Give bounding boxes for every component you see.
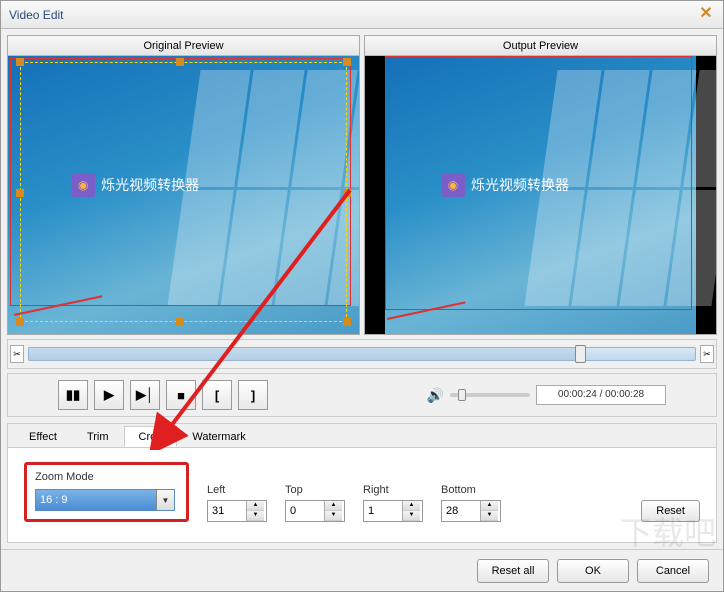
output-preview-pane: Output Preview 烁光视频转换器 [364,35,717,335]
output-preview-label: Output Preview [365,36,716,56]
output-preview: 烁光视频转换器 [365,56,716,334]
tab-crop[interactable]: Crop [124,426,178,447]
volume-thumb[interactable] [458,389,466,401]
dialog-buttons: Reset all OK Cancel [1,549,723,591]
stop-button[interactable]: ■ [166,380,196,410]
bracket-in-button[interactable]: [ [202,380,232,410]
crop-handle-bm[interactable] [176,318,184,326]
close-icon[interactable]: ✕ [697,6,715,24]
top-up-icon[interactable]: ▲ [325,501,342,511]
reset-button[interactable]: Reset [641,500,700,522]
bottom-up-icon[interactable]: ▲ [481,501,498,511]
original-preview-label: Original Preview [8,36,359,56]
crop-handle-mr[interactable] [343,189,351,197]
tab-effect[interactable]: Effect [14,426,72,447]
crop-handle-tm[interactable] [176,58,184,66]
crop-handle-br[interactable] [343,318,351,326]
pause-button[interactable]: ▮▮ [58,380,88,410]
zoom-mode-select[interactable]: 16 : 9 ▼ [35,489,175,511]
crop-handle-ml[interactable] [16,189,24,197]
titlebar: Video Edit ✕ [1,1,723,29]
volume-icon[interactable]: 🔊 [427,387,444,404]
left-input[interactable] [208,505,246,517]
window-title: Video Edit [9,8,697,22]
left-spinner[interactable]: ▲▼ [207,500,267,522]
zoom-mode-highlight: Zoom Mode 16 : 9 ▼ [24,462,189,522]
left-label: Left [207,484,267,496]
bottom-spinner[interactable]: ▲▼ [441,500,501,522]
zoom-mode-label: Zoom Mode [35,471,178,483]
tab-watermark[interactable]: Watermark [177,426,260,447]
right-down-icon[interactable]: ▼ [403,511,420,521]
timeline: ✂ ✂ [7,339,717,369]
bottom-label: Bottom [441,484,501,496]
chevron-down-icon[interactable]: ▼ [156,490,174,510]
original-preview-pane: Original Preview 烁光视频转换器 [7,35,360,335]
mark-in-icon[interactable]: ✂ [10,345,24,363]
right-up-icon[interactable]: ▲ [403,501,420,511]
top-label: Top [285,484,345,496]
ok-button[interactable]: OK [557,559,629,583]
top-down-icon[interactable]: ▼ [325,511,342,521]
original-preview[interactable]: 烁光视频转换器 [8,56,359,334]
bottom-down-icon[interactable]: ▼ [481,511,498,521]
cancel-button[interactable]: Cancel [637,559,709,583]
crop-handle-bl[interactable] [16,318,24,326]
right-label: Right [363,484,423,496]
time-display: 00:00:24 / 00:00:28 [536,385,666,405]
tab-trim[interactable]: Trim [72,426,124,447]
left-up-icon[interactable]: ▲ [247,501,264,511]
top-input[interactable] [286,505,324,517]
bottom-input[interactable] [442,505,480,517]
tab-strip: Effect Trim Crop Watermark [8,424,716,448]
playback-controls: ▮▮ ▶ ▶│ ■ [ ] 🔊 00:00:24 / 00:00:28 [7,373,717,417]
play-button[interactable]: ▶ [94,380,124,410]
crop-handle-tr[interactable] [343,58,351,66]
zoom-mode-value: 16 : 9 [40,494,68,506]
top-spinner[interactable]: ▲▼ [285,500,345,522]
timeline-track[interactable] [28,347,696,361]
bracket-out-button[interactable]: ] [238,380,268,410]
crop-handle-tl[interactable] [16,58,24,66]
timeline-cursor[interactable] [575,345,586,363]
crop-selection[interactable] [20,62,347,322]
crop-panel: Zoom Mode 16 : 9 ▼ Left ▲▼ [8,448,716,542]
right-input[interactable] [364,505,402,517]
right-spinner[interactable]: ▲▼ [363,500,423,522]
left-down-icon[interactable]: ▼ [247,511,264,521]
step-button[interactable]: ▶│ [130,380,160,410]
reset-all-button[interactable]: Reset all [477,559,549,583]
mark-out-icon[interactable]: ✂ [700,345,714,363]
volume-slider[interactable] [450,393,530,397]
